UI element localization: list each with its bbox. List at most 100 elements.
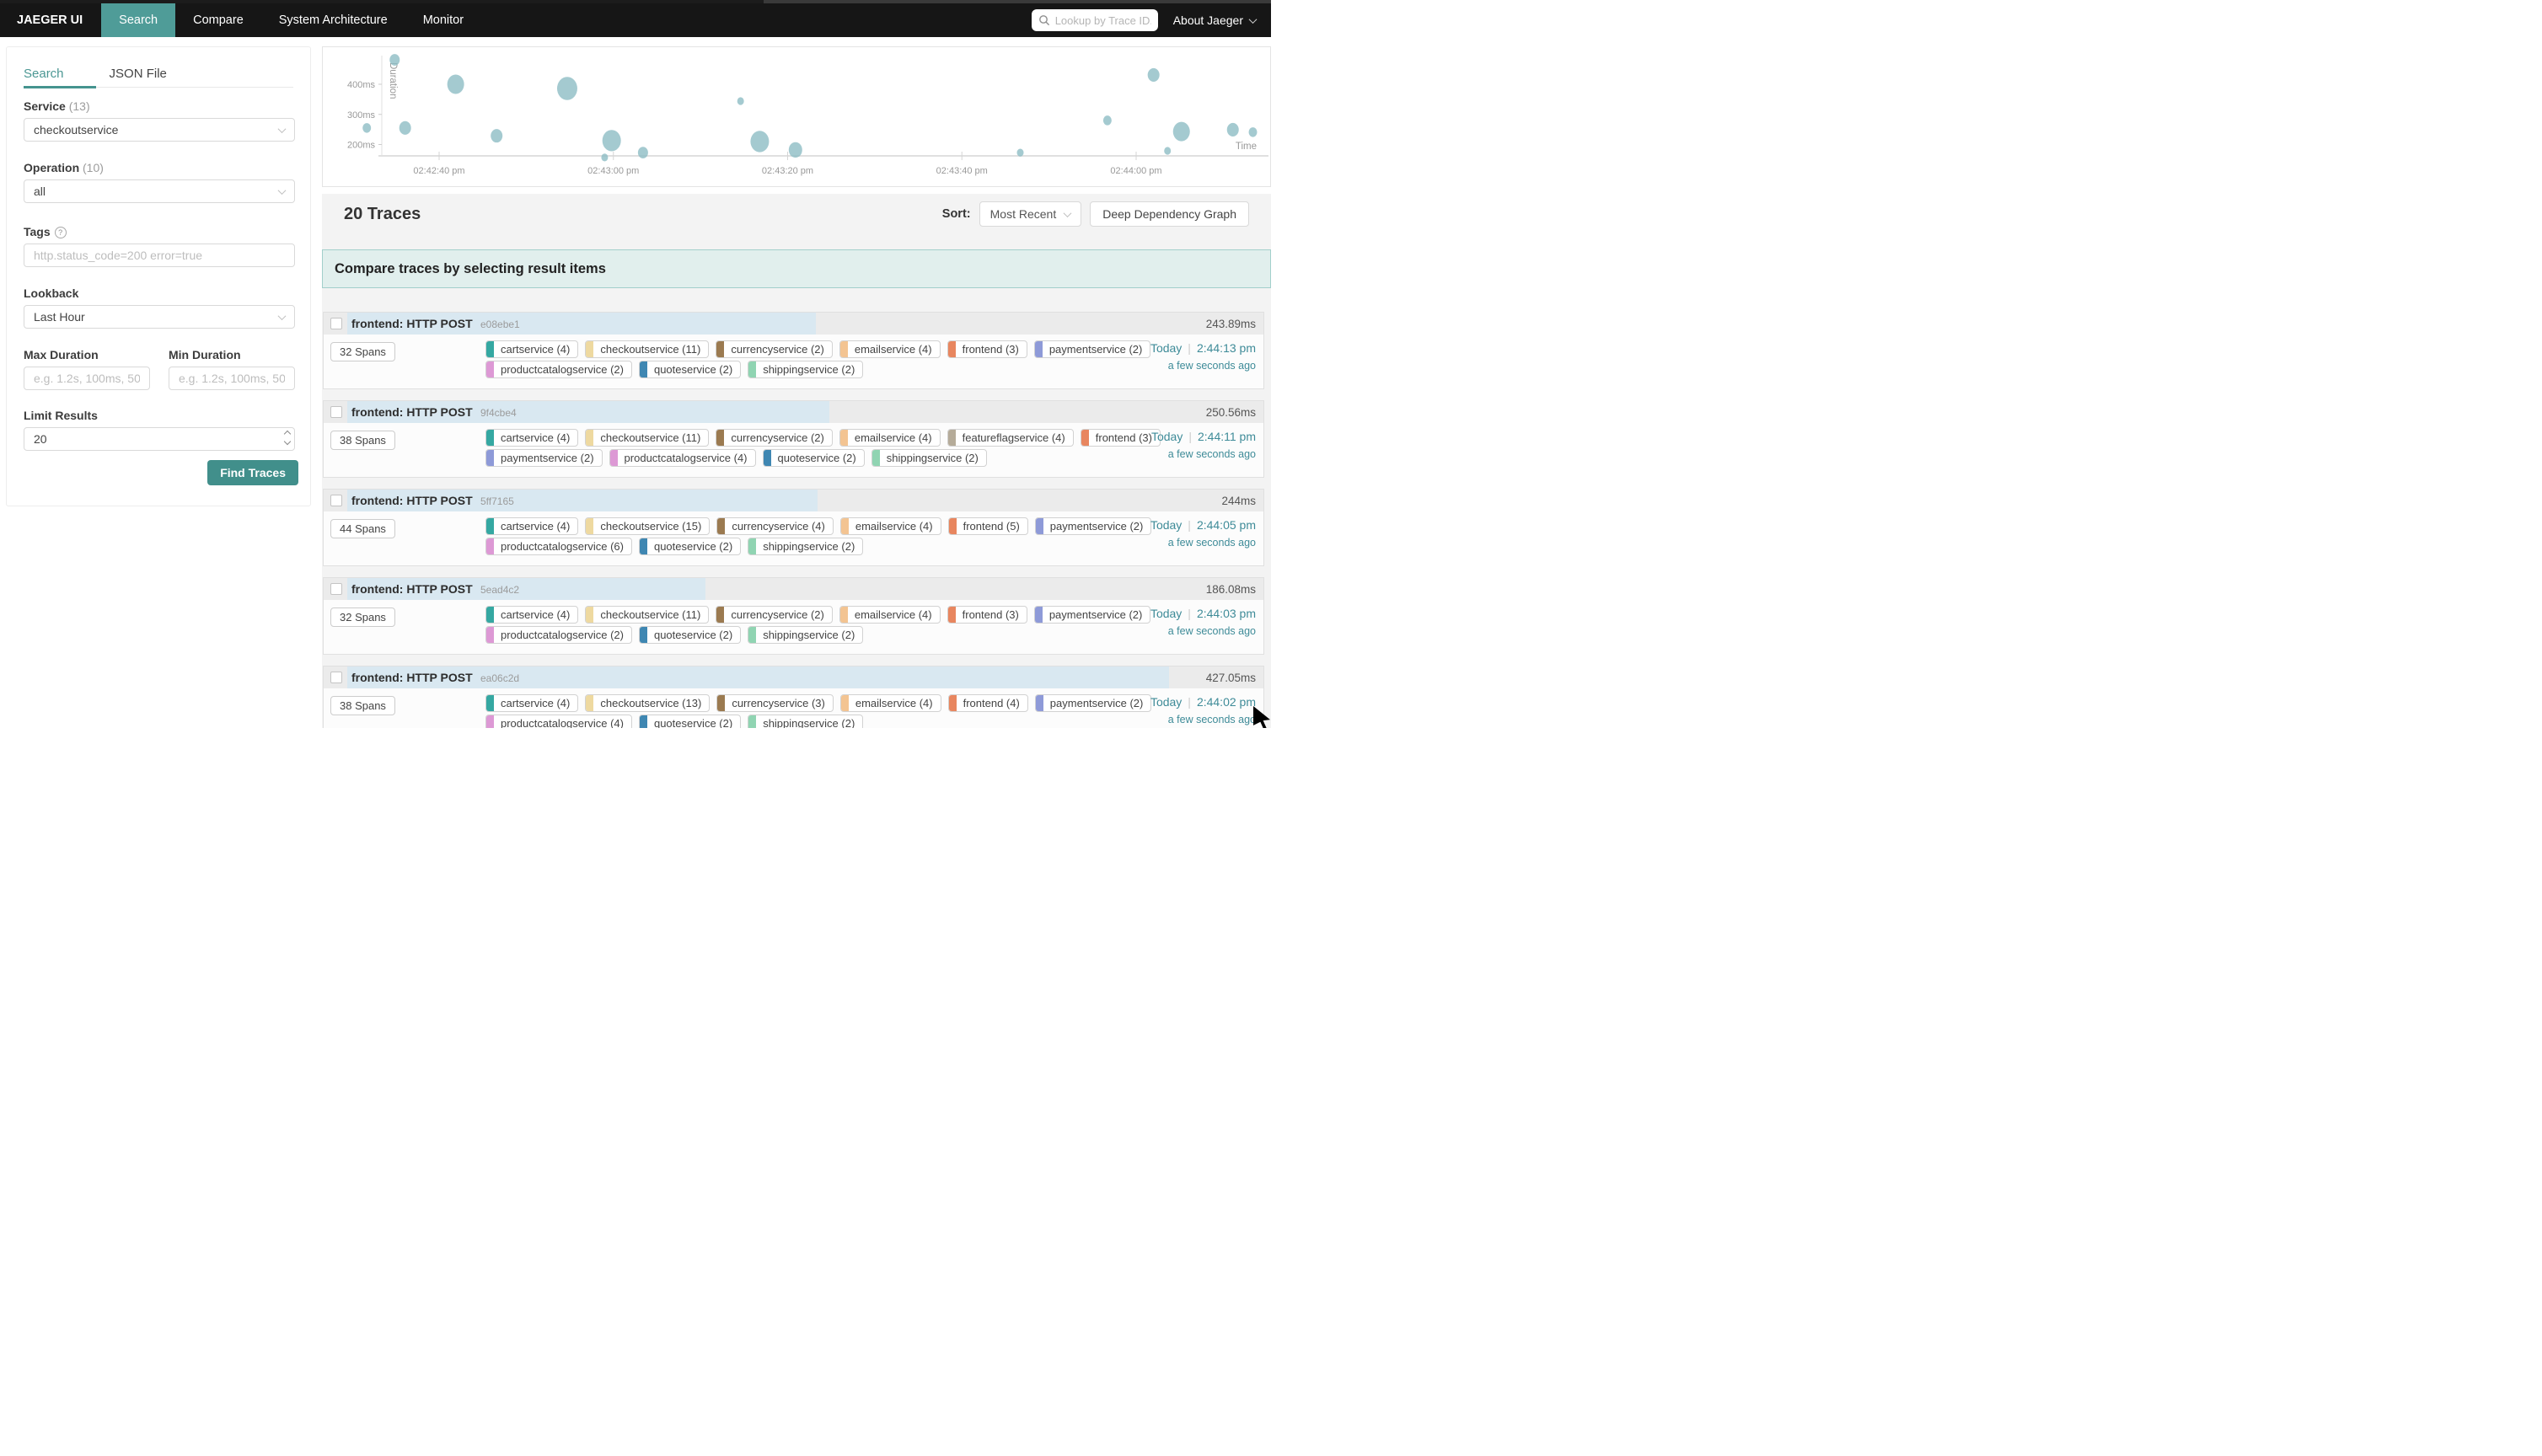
nav-item-compare[interactable]: Compare	[175, 3, 261, 37]
trace-bubble[interactable]	[557, 77, 577, 100]
trace-bubble[interactable]	[1227, 123, 1239, 136]
service-tag-label: paymentservice (2)	[494, 450, 602, 466]
trace-bubble[interactable]	[638, 147, 648, 158]
chevron-down-icon	[1249, 15, 1258, 24]
lookback-select[interactable]: Last Hour	[24, 305, 295, 329]
trace-result-header[interactable]: frontend: HTTP POSTea06c2d427.05ms	[324, 666, 1263, 688]
service-tag-frontend: frontend (5)	[948, 517, 1028, 535]
trace-duration: 186.08ms	[1206, 583, 1256, 596]
nav-item-search[interactable]: Search	[101, 3, 175, 37]
trace-bubble[interactable]	[1164, 147, 1171, 154]
trace-timestamps: Today|2:44:02 pma few seconds ago	[1150, 695, 1256, 725]
limit-results-input[interactable]	[24, 427, 295, 451]
trace-result-header[interactable]: frontend: HTTP POST9f4cbe4250.56ms	[324, 401, 1263, 423]
service-tag-label: currencyservice (2)	[724, 430, 832, 446]
sort-select[interactable]: Most Recent	[979, 201, 1082, 227]
deep-dependency-graph-button[interactable]: Deep Dependency Graph	[1090, 201, 1249, 227]
trace-bubble[interactable]	[603, 130, 621, 151]
service-tag-label: checkoutservice (15)	[593, 518, 709, 534]
trace-result-header[interactable]: frontend: HTTP POST5ead4c2186.08ms	[324, 578, 1263, 600]
trace-select-checkbox[interactable]	[330, 318, 342, 329]
separator: |	[1188, 695, 1191, 709]
lookup-placeholder: Lookup by Trace ID...	[1055, 14, 1151, 27]
trace-title: frontend: HTTP POST	[351, 317, 473, 330]
service-color-swatch	[586, 518, 593, 534]
service-color-swatch	[717, 695, 725, 711]
service-tag-label: frontend (4)	[957, 695, 1027, 711]
service-tag-currencyservice: currencyservice (2)	[716, 429, 833, 447]
service-tag-label: shippingservice (2)	[880, 450, 986, 466]
tab-json-file[interactable]: JSON File	[110, 67, 167, 81]
tags-label: Tags?	[24, 225, 67, 238]
chevron-down-icon	[1064, 209, 1072, 217]
min-duration-input[interactable]	[169, 367, 295, 390]
trace-result-list: frontend: HTTP POSTe08ebe1243.89ms32 Spa…	[323, 312, 1264, 728]
service-tag-currencyservice: currencyservice (3)	[716, 694, 834, 712]
service-color-swatch	[486, 341, 494, 357]
nav-item-system-architecture[interactable]: System Architecture	[261, 3, 405, 37]
trace-bubble[interactable]	[750, 131, 769, 152]
nav-items: SearchCompareSystem ArchitectureMonitor	[101, 3, 481, 37]
trace-result-body: 44 Spanscartservice (4)checkoutservice (…	[324, 511, 1263, 565]
trace-bubble[interactable]	[389, 54, 400, 66]
span-count-pill: 38 Spans	[330, 431, 395, 450]
trace-bubble[interactable]	[491, 129, 502, 142]
trace-bubble[interactable]	[1017, 149, 1024, 157]
trace-bubble[interactable]	[1173, 122, 1190, 142]
operation-select[interactable]: all	[24, 179, 295, 203]
trace-result-header[interactable]: frontend: HTTP POST5ff7165244ms	[324, 490, 1263, 511]
service-color-swatch	[840, 341, 848, 357]
service-tag-label: currencyservice (4)	[725, 518, 833, 534]
trace-timestamps: Today|2:44:03 pma few seconds ago	[1150, 607, 1256, 637]
trace-result-header[interactable]: frontend: HTTP POSTe08ebe1243.89ms	[324, 313, 1263, 335]
service-tag-quoteservice: quoteservice (2)	[639, 361, 741, 378]
trace-select-checkbox[interactable]	[330, 672, 342, 683]
service-color-swatch	[486, 607, 494, 623]
trace-bubble[interactable]	[1103, 115, 1112, 126]
service-tag-label: frontend (3)	[1089, 430, 1160, 446]
service-tag-shippingservice: shippingservice (2)	[748, 715, 863, 728]
service-tag-row: productcatalogservice (4)quoteservice (2…	[485, 715, 863, 728]
trace-bubble[interactable]	[362, 123, 371, 133]
help-icon[interactable]: ?	[55, 227, 67, 238]
max-duration-input[interactable]	[24, 367, 150, 390]
trace-bubble[interactable]	[1148, 68, 1160, 82]
compare-banner: Compare traces by selecting result items	[322, 249, 1271, 288]
trace-select-checkbox[interactable]	[330, 495, 342, 506]
service-tag-label: paymentservice (2)	[1043, 607, 1150, 623]
scatter-svg[interactable]: 200ms300ms400ms02:42:40 pm02:43:00 pm02:…	[323, 47, 1270, 186]
trace-bubble[interactable]	[448, 75, 464, 94]
trace-bubble[interactable]	[789, 142, 802, 158]
y-tick-label: 200ms	[347, 141, 376, 151]
number-stepper[interactable]	[285, 431, 290, 444]
trace-result-body: 32 Spanscartservice (4)checkoutservice (…	[324, 335, 1263, 388]
service-tag-row: cartservice (4)checkoutservice (11)curre…	[485, 340, 1150, 358]
service-color-swatch	[586, 341, 593, 357]
search-sidebar: Search JSON File Service (13) checkoutse…	[6, 46, 311, 506]
trace-select-checkbox[interactable]	[330, 406, 342, 418]
trace-id-lookup-input[interactable]: Lookup by Trace ID...	[1032, 9, 1158, 31]
service-tag-row: productcatalogservice (6)quoteservice (2…	[485, 538, 863, 555]
tags-input[interactable]	[24, 244, 295, 267]
max-duration-label: Max Duration	[24, 348, 99, 361]
trace-relative-time: a few seconds ago	[1150, 360, 1256, 372]
trace-bubble[interactable]	[737, 97, 744, 104]
service-tag-label: cartservice (4)	[494, 341, 577, 357]
tab-search[interactable]: Search	[24, 67, 64, 81]
trace-select-checkbox[interactable]	[330, 583, 342, 595]
service-tag-paymentservice: paymentservice (2)	[485, 449, 603, 467]
service-select[interactable]: checkoutservice	[24, 118, 295, 142]
service-tag-checkoutservice: checkoutservice (11)	[585, 340, 709, 358]
find-traces-button[interactable]: Find Traces	[207, 460, 298, 485]
trace-bubble[interactable]	[601, 153, 608, 161]
service-tag-label: frontend (3)	[956, 341, 1027, 357]
nav-item-monitor[interactable]: Monitor	[405, 3, 481, 37]
service-color-swatch	[640, 361, 647, 377]
about-jaeger-menu[interactable]: About Jaeger	[1173, 13, 1256, 27]
trace-bubble[interactable]	[400, 121, 411, 135]
service-tag-label: productcatalogservice (2)	[494, 361, 631, 377]
service-color-swatch	[586, 695, 593, 711]
search-icon	[1038, 14, 1050, 26]
service-tag-label: shippingservice (2)	[756, 538, 862, 554]
trace-bubble[interactable]	[1249, 127, 1258, 137]
